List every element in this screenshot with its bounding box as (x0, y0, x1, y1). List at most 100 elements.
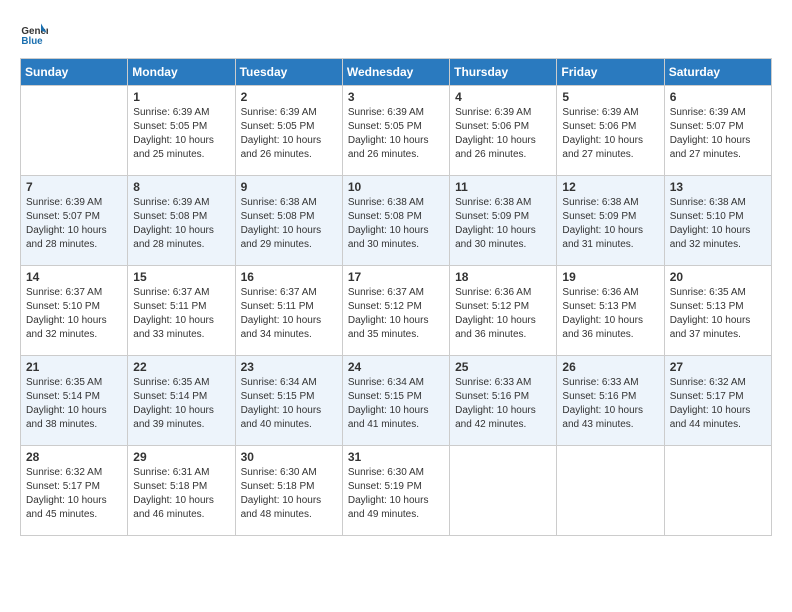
day-number: 7 (26, 180, 122, 194)
day-info: Sunrise: 6:39 AMSunset: 5:08 PMDaylight:… (133, 196, 229, 252)
logo: General Blue (20, 20, 52, 48)
day-number: 13 (670, 180, 766, 194)
week-row: 1 Sunrise: 6:39 AMSunset: 5:05 PMDaylight… (21, 86, 772, 176)
calendar-cell: 9Sunrise: 6:38 AMSunset: 5:08 PMDaylight… (235, 176, 342, 266)
day-info: Sunrise: 6:33 AMSunset: 5:16 PMDaylight:… (562, 376, 658, 432)
week-row: 7 Sunrise: 6:39 AMSunset: 5:07 PMDaylight… (21, 176, 772, 266)
calendar-cell (664, 446, 771, 536)
calendar-cell: 5 Sunrise: 6:39 AMSunset: 5:06 PMDaylight… (557, 86, 664, 176)
day-info: Sunrise: 6:38 AMSunset: 5:08 PMDaylight:… (348, 196, 444, 252)
calendar-cell: 12 Sunrise: 6:38 AMSunset: 5:09 PMDayligh… (557, 176, 664, 266)
day-info: Sunrise: 6:39 AMSunset: 5:05 PMDaylight:… (241, 106, 337, 162)
day-info: Sunrise: 6:33 AMSunset: 5:16 PMDaylight:… (455, 376, 551, 432)
day-info: Sunrise: 6:38 AMSunset: 5:09 PMDaylight:… (455, 196, 551, 252)
calendar-cell (557, 446, 664, 536)
day-number: 20 (670, 270, 766, 284)
calendar-cell: 23 Sunrise: 6:34 AMSunset: 5:15 PMDayligh… (235, 356, 342, 446)
day-number: 5 (562, 90, 658, 104)
day-info: Sunrise: 6:39 AMSunset: 5:07 PMDaylight:… (670, 106, 766, 162)
column-header-sunday: Sunday (21, 59, 128, 86)
day-info: Sunrise: 6:38 AMSunset: 5:08 PMDaylight:… (241, 196, 337, 252)
day-number: 25 (455, 360, 551, 374)
day-info: Sunrise: 6:37 AMSunset: 5:12 PMDaylight:… (348, 286, 444, 342)
day-number: 14 (26, 270, 122, 284)
calendar-cell: 20 Sunrise: 6:35 AMSunset: 5:13 PMDayligh… (664, 266, 771, 356)
day-number: 29 (133, 450, 229, 464)
week-row: 28 Sunrise: 6:32 AMSunset: 5:17 PMDayligh… (21, 446, 772, 536)
day-number: 11 (455, 180, 551, 194)
day-info: Sunrise: 6:37 AMSunset: 5:11 PMDaylight:… (241, 286, 337, 342)
calendar-cell: 24 Sunrise: 6:34 AMSunset: 5:15 PMDayligh… (342, 356, 449, 446)
day-number: 4 (455, 90, 551, 104)
column-header-saturday: Saturday (664, 59, 771, 86)
calendar-cell (21, 86, 128, 176)
day-info: Sunrise: 6:31 AMSunset: 5:18 PMDaylight:… (133, 466, 229, 522)
calendar-cell: 4 Sunrise: 6:39 AMSunset: 5:06 PMDaylight… (450, 86, 557, 176)
calendar-cell: 8Sunrise: 6:39 AMSunset: 5:08 PMDaylight… (128, 176, 235, 266)
calendar-cell: 18 Sunrise: 6:36 AMSunset: 5:12 PMDayligh… (450, 266, 557, 356)
calendar-cell: 10 Sunrise: 6:38 AMSunset: 5:08 PMDayligh… (342, 176, 449, 266)
column-header-monday: Monday (128, 59, 235, 86)
calendar-cell: 7 Sunrise: 6:39 AMSunset: 5:07 PMDaylight… (21, 176, 128, 266)
day-info: Sunrise: 6:32 AMSunset: 5:17 PMDaylight:… (670, 376, 766, 432)
day-info: Sunrise: 6:34 AMSunset: 5:15 PMDaylight:… (348, 376, 444, 432)
day-number: 28 (26, 450, 122, 464)
day-number: 3 (348, 90, 444, 104)
day-info: Sunrise: 6:39 AMSunset: 5:05 PMDaylight:… (133, 106, 229, 162)
column-header-wednesday: Wednesday (342, 59, 449, 86)
calendar-cell: 15Sunrise: 6:37 AMSunset: 5:11 PMDayligh… (128, 266, 235, 356)
day-info: Sunrise: 6:38 AMSunset: 5:10 PMDaylight:… (670, 196, 766, 252)
day-number: 22 (133, 360, 229, 374)
day-number: 18 (455, 270, 551, 284)
calendar-cell: 19Sunrise: 6:36 AMSunset: 5:13 PMDayligh… (557, 266, 664, 356)
column-header-friday: Friday (557, 59, 664, 86)
calendar-cell (450, 446, 557, 536)
day-info: Sunrise: 6:32 AMSunset: 5:17 PMDaylight:… (26, 466, 122, 522)
day-number: 30 (241, 450, 337, 464)
day-info: Sunrise: 6:38 AMSunset: 5:09 PMDaylight:… (562, 196, 658, 252)
day-number: 31 (348, 450, 444, 464)
day-number: 17 (348, 270, 444, 284)
column-header-thursday: Thursday (450, 59, 557, 86)
day-info: Sunrise: 6:39 AMSunset: 5:06 PMDaylight:… (562, 106, 658, 162)
calendar-cell: 22 Sunrise: 6:35 AMSunset: 5:14 PMDayligh… (128, 356, 235, 446)
day-info: Sunrise: 6:35 AMSunset: 5:13 PMDaylight:… (670, 286, 766, 342)
week-row: 14 Sunrise: 6:37 AMSunset: 5:10 PMDayligh… (21, 266, 772, 356)
calendar-cell: 1 Sunrise: 6:39 AMSunset: 5:05 PMDaylight… (128, 86, 235, 176)
day-number: 23 (241, 360, 337, 374)
day-number: 1 (133, 90, 229, 104)
day-number: 10 (348, 180, 444, 194)
day-info: Sunrise: 6:35 AMSunset: 5:14 PMDaylight:… (133, 376, 229, 432)
calendar-cell: 11 Sunrise: 6:38 AMSunset: 5:09 PMDayligh… (450, 176, 557, 266)
day-info: Sunrise: 6:39 AMSunset: 5:05 PMDaylight:… (348, 106, 444, 162)
calendar-cell: 28 Sunrise: 6:32 AMSunset: 5:17 PMDayligh… (21, 446, 128, 536)
day-info: Sunrise: 6:39 AMSunset: 5:06 PMDaylight:… (455, 106, 551, 162)
day-number: 26 (562, 360, 658, 374)
day-info: Sunrise: 6:34 AMSunset: 5:15 PMDaylight:… (241, 376, 337, 432)
calendar-cell: 21 Sunrise: 6:35 AMSunset: 5:14 PMDayligh… (21, 356, 128, 446)
calendar-cell: 6 Sunrise: 6:39 AMSunset: 5:07 PMDaylight… (664, 86, 771, 176)
page-header: General Blue (20, 20, 772, 48)
calendar-cell: 31Sunrise: 6:30 AMSunset: 5:19 PMDayligh… (342, 446, 449, 536)
day-info: Sunrise: 6:36 AMSunset: 5:12 PMDaylight:… (455, 286, 551, 342)
day-info: Sunrise: 6:39 AMSunset: 5:07 PMDaylight:… (26, 196, 122, 252)
day-number: 16 (241, 270, 337, 284)
day-number: 24 (348, 360, 444, 374)
calendar-cell: 14 Sunrise: 6:37 AMSunset: 5:10 PMDayligh… (21, 266, 128, 356)
day-number: 27 (670, 360, 766, 374)
day-number: 12 (562, 180, 658, 194)
calendar-cell: 25 Sunrise: 6:33 AMSunset: 5:16 PMDayligh… (450, 356, 557, 446)
logo-icon: General Blue (20, 20, 48, 48)
day-number: 19 (562, 270, 658, 284)
calendar-cell: 3 Sunrise: 6:39 AMSunset: 5:05 PMDaylight… (342, 86, 449, 176)
day-info: Sunrise: 6:35 AMSunset: 5:14 PMDaylight:… (26, 376, 122, 432)
column-header-tuesday: Tuesday (235, 59, 342, 86)
week-row: 21 Sunrise: 6:35 AMSunset: 5:14 PMDayligh… (21, 356, 772, 446)
day-info: Sunrise: 6:30 AMSunset: 5:18 PMDaylight:… (241, 466, 337, 522)
calendar-cell: 30 Sunrise: 6:30 AMSunset: 5:18 PMDayligh… (235, 446, 342, 536)
day-number: 21 (26, 360, 122, 374)
day-number: 6 (670, 90, 766, 104)
svg-text:Blue: Blue (21, 36, 43, 47)
day-number: 15 (133, 270, 229, 284)
day-info: Sunrise: 6:37 AMSunset: 5:10 PMDaylight:… (26, 286, 122, 342)
